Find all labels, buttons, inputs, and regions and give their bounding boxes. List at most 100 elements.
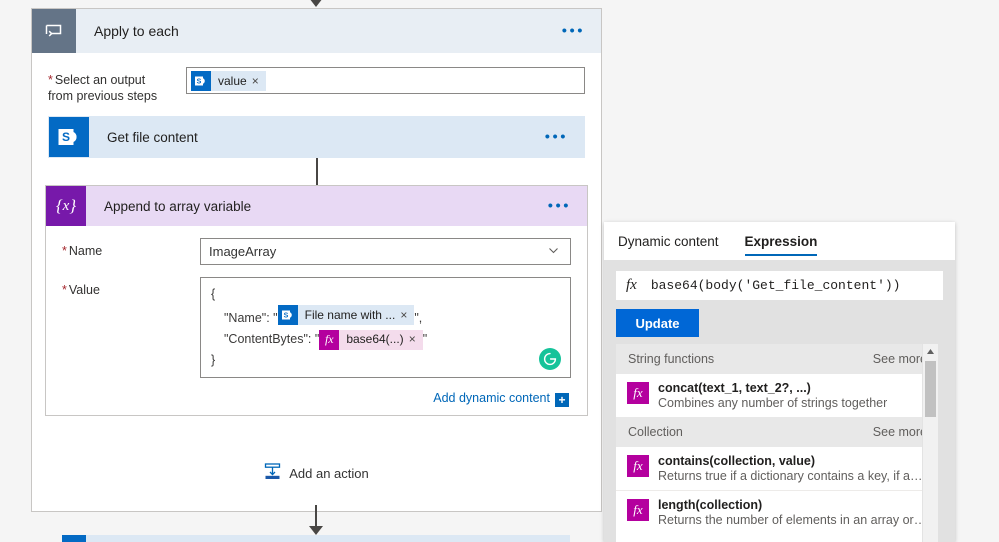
required-marker: * [48,73,53,87]
function-item-contains-text: contains(collection, value) Returns true… [658,454,928,483]
token-base64-expression[interactable]: fx base64(...) × [319,329,423,350]
function-list: String functions See more fx concat(text… [616,344,938,542]
function-item-length-description: Returns the number of elements in an arr… [658,513,928,527]
append-to-array-variable-menu-button[interactable]: ••• [548,199,571,214]
json-key-contentbytes: "ContentBytes": " [224,332,320,346]
token-value-label: value [218,73,247,88]
function-list-scrollbar-thumb[interactable] [925,361,936,417]
scroll-up-icon[interactable] [923,344,938,358]
token-value[interactable]: S value × [191,70,266,91]
function-item-length-signature: length(collection) [658,498,763,512]
function-item-contains[interactable]: fx contains(collection, value) Returns t… [616,447,938,490]
expression-area: fx base64(body('Get_file_content')) Upda… [604,260,955,337]
sharepoint-icon: S [277,305,298,325]
next-action-icon [62,535,86,542]
fx-icon: fx [627,382,649,404]
dynamic-content-panel: Dynamic content Expression fx base64(bod… [604,222,955,542]
sharepoint-icon: S [191,70,211,91]
function-list-scrollbar[interactable] [922,344,938,542]
apply-to-each-title: Apply to each [94,23,179,39]
function-item-contains-description: Returns true if a dictionary contains a … [658,469,928,483]
fx-icon: fx [319,329,340,350]
function-group-collection-label: Collection [628,425,683,439]
add-dynamic-content-link[interactable]: Add dynamic content [433,391,550,405]
dynamic-content-tabs: Dynamic content Expression [604,222,955,260]
close-icon[interactable]: × [400,305,414,326]
name-dropdown[interactable]: ImageArray [200,238,571,265]
value-editor[interactable]: { "Name": " S File name with ... × ", "Conte… [200,277,571,378]
select-output-row: * Select an output from previous steps S … [48,67,585,104]
fx-icon: fx [626,277,637,293]
svg-text:S: S [197,78,202,85]
function-item-concat-description: Combines any number of strings together [658,396,888,410]
function-item-concat[interactable]: fx concat(text_1, text_2?, ...) Combines… [616,374,938,417]
required-marker: * [62,244,67,258]
next-action-card-partial[interactable] [62,535,570,542]
name-field-row: * Name ImageArray [62,238,571,265]
function-item-concat-signature: concat(text_1, text_2?, ...) [658,381,811,395]
add-an-action-button[interactable]: Add an action [48,463,585,483]
name-field-label: * Name [62,238,200,259]
plus-icon[interactable]: + [555,393,569,407]
arrowhead-bottom [309,526,323,535]
close-icon[interactable]: × [252,74,266,88]
select-output-label: * Select an output from previous steps [48,67,186,104]
function-group-collection: Collection See more [616,417,938,447]
token-file-name-with-extension[interactable]: S File name with ... × [277,305,415,326]
value-line-contentbytes: "ContentBytes": " fx base64(...) × " [211,329,562,350]
add-an-action-label: Add an action [289,465,369,481]
svg-text:S: S [283,313,288,320]
get-file-content-title: Get file content [107,129,198,145]
value-line-open: { [211,284,562,305]
select-output-label-line1: Select an output [54,73,146,87]
append-to-array-variable-header[interactable]: {x} Append to array variable ••• [46,186,587,226]
value-label-text: Value [68,283,100,297]
function-item-length[interactable]: fx length(collection) Returns the number… [616,490,938,534]
value-field-label: * Value [62,277,200,298]
tab-dynamic-content[interactable]: Dynamic content [618,222,719,260]
select-output-label-line2: from previous steps [48,89,158,103]
svg-text:S: S [62,130,70,144]
add-action-wrap: Add an action [48,449,585,511]
flow-canvas: Apply to each ••• * Select an output from… [0,0,999,542]
function-group-string-functions: String functions See more [616,344,938,374]
append-to-array-variable-title: Append to array variable [104,198,252,214]
json-brace-close: } [211,353,216,367]
add-dynamic-content-row: Add dynamic content + [62,390,571,407]
insert-action-icon [264,463,281,483]
fx-icon: fx [627,455,649,477]
value-line-close: } [211,350,562,371]
close-icon[interactable]: × [409,329,423,350]
grammarly-icon[interactable] [539,348,561,370]
sharepoint-icon: S [49,117,89,157]
expression-input-value: base64(body('Get_file_content')) [650,278,901,293]
update-button[interactable]: Update [616,309,699,337]
function-item-contains-signature: contains(collection, value) [658,454,815,468]
tab-expression[interactable]: Expression [744,222,817,260]
value-line-name: "Name": " S File name with ... × ", [211,305,562,329]
see-more-string-functions[interactable]: See more [873,352,927,366]
see-more-collection[interactable]: See more [873,425,927,439]
append-to-array-variable-body: * Name ImageArray * Value {"Name": " S … [46,226,587,415]
select-output-input[interactable]: S value × [186,67,585,94]
expression-input[interactable]: fx base64(body('Get_file_content')) [616,271,943,300]
function-item-concat-text: concat(text_1, text_2?, ...) Combines an… [658,381,887,410]
loop-icon [32,9,76,53]
apply-to-each-header[interactable]: Apply to each ••• [32,9,601,53]
apply-to-each-menu-button[interactable]: ••• [562,24,585,39]
json-key-name: "Name": " [224,311,278,325]
json-brace-open: { [211,287,216,301]
required-marker: * [62,283,67,297]
json-name-suffix: ", [414,311,423,325]
chevron-down-icon[interactable] [547,244,566,260]
get-file-content-menu-button[interactable]: ••• [545,130,568,145]
json-contentbytes-suffix: " [422,332,428,346]
name-dropdown-value: ImageArray [209,244,277,259]
append-to-array-variable-card: {x} Append to array variable ••• * Name I… [45,185,588,416]
fx-icon: fx [627,499,649,521]
variable-braces-icon: {x} [46,186,86,226]
token-base64-label: base64(...) [346,332,404,346]
name-label-text: Name [68,244,103,258]
function-item-length-text: length(collection) Returns the number of… [658,498,928,527]
get-file-content-card[interactable]: S Get file content ••• [48,116,585,158]
